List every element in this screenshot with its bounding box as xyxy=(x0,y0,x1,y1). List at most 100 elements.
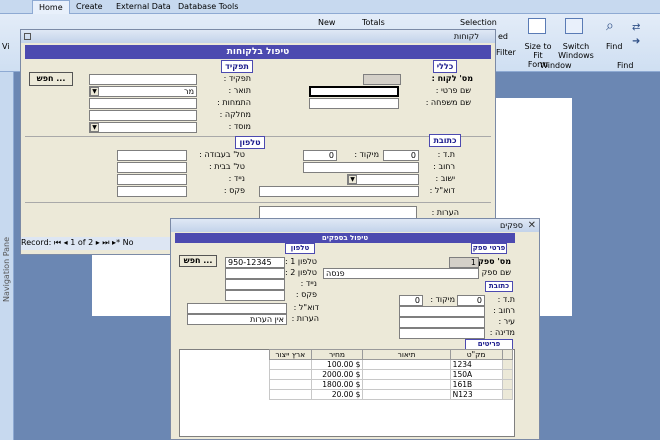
po-box-field[interactable]: 0 xyxy=(383,150,419,161)
mobile-label: נייד : xyxy=(228,174,245,183)
switch-windows-button[interactable]: Switch Windows xyxy=(556,42,596,60)
row-selector[interactable] xyxy=(501,389,514,400)
column-sku[interactable]: מק"ט xyxy=(449,349,503,360)
table-row[interactable]: 2000.00 $ 150A xyxy=(269,369,514,380)
title-combo[interactable]: מר xyxy=(89,86,197,97)
chevron-down-icon[interactable]: ▼ xyxy=(90,123,99,132)
close-icon[interactable]: ✕ xyxy=(528,219,536,232)
last-name-field[interactable] xyxy=(309,98,399,109)
cell-description[interactable] xyxy=(362,359,451,370)
section-phone: טלפון xyxy=(235,136,265,149)
cell-price[interactable]: 2000.00 $ xyxy=(310,369,364,380)
street-label: רחוב : xyxy=(433,162,455,171)
row-selector[interactable] xyxy=(501,379,514,390)
zip-field[interactable]: 0 xyxy=(399,295,423,306)
cell-sku[interactable]: 161B xyxy=(449,379,503,390)
home-phone-field[interactable] xyxy=(117,162,187,173)
replace-icon[interactable]: ⇄ xyxy=(632,22,640,33)
cell-description[interactable] xyxy=(362,369,451,380)
role-field[interactable] xyxy=(89,74,197,85)
customers-titlebar[interactable]: לקוחות xyxy=(21,30,495,43)
new-record-icon[interactable]: ▸* xyxy=(112,238,120,247)
section-role: תפקיד xyxy=(221,60,253,73)
tab-home[interactable]: Home xyxy=(32,0,70,14)
first-name-field[interactable] xyxy=(309,86,399,97)
city-field[interactable] xyxy=(399,317,485,328)
supplier-name-field[interactable]: פנסה xyxy=(323,268,479,279)
title-label: תואר : xyxy=(228,86,251,95)
zip-field[interactable]: 0 xyxy=(303,150,337,161)
column-price[interactable]: מחיר xyxy=(310,349,364,360)
tab-database-tools[interactable]: Database Tools xyxy=(172,0,244,14)
goto-icon[interactable]: ➜ xyxy=(632,36,640,47)
city-label: עיר : xyxy=(498,317,515,326)
cell-description[interactable] xyxy=(362,379,451,390)
first-record-icon[interactable]: ⏮ xyxy=(54,238,61,247)
country-field[interactable] xyxy=(399,328,485,339)
cell-country[interactable] xyxy=(269,389,312,400)
last-record-icon[interactable]: ⏭ xyxy=(102,238,109,247)
mobile-field[interactable] xyxy=(225,279,285,290)
section-supplier-details: פרטי ספק xyxy=(471,243,507,254)
prev-record-icon[interactable]: ◂ xyxy=(64,238,68,247)
row-selector[interactable] xyxy=(501,359,514,370)
table-row[interactable]: 20.00 $ N123 xyxy=(269,389,514,400)
cell-price[interactable]: 1800.00 $ xyxy=(310,379,364,390)
tab-external-data[interactable]: External Data xyxy=(110,0,177,14)
cell-country[interactable] xyxy=(269,369,312,380)
column-description[interactable]: תיאור xyxy=(362,349,451,360)
specialty-field[interactable] xyxy=(89,98,197,109)
navigation-pane[interactable]: Navigation Pane xyxy=(0,72,14,440)
table-row[interactable]: 1800.00 $ 161B xyxy=(269,379,514,390)
phone1-field[interactable]: 950-12345 xyxy=(225,257,285,268)
mobile-field[interactable] xyxy=(117,174,187,185)
fax-label: פקס : xyxy=(295,290,317,299)
views-button[interactable]: Vi xyxy=(2,42,10,51)
notes-field[interactable]: אין הערות xyxy=(187,314,287,325)
email-field[interactable] xyxy=(187,303,287,314)
city-combo[interactable] xyxy=(347,174,419,185)
cell-sku[interactable]: 1234 xyxy=(449,359,503,370)
cell-description[interactable] xyxy=(362,389,451,400)
supplier-search-button[interactable]: חפש ... xyxy=(179,255,217,267)
column-country[interactable]: ארץ ייצור xyxy=(269,349,312,360)
advanced-filter-button[interactable]: ed xyxy=(498,32,508,41)
work-phone-field[interactable] xyxy=(117,150,187,161)
cell-sku[interactable]: N123 xyxy=(449,389,503,400)
selection-button[interactable]: Selection xyxy=(460,18,497,27)
cell-price[interactable]: 20.00 $ xyxy=(310,389,364,400)
fax-field[interactable] xyxy=(117,186,187,197)
department-field[interactable] xyxy=(89,110,197,121)
phone2-field[interactable] xyxy=(225,268,285,279)
po-box-field[interactable]: 0 xyxy=(457,295,485,306)
customer-search-button[interactable]: חפש ... xyxy=(29,72,73,86)
cell-price[interactable]: 100.00 $ xyxy=(310,359,364,370)
chevron-down-icon[interactable]: ▼ xyxy=(348,175,357,184)
cell-country[interactable] xyxy=(269,379,312,390)
tab-create[interactable]: Create xyxy=(70,0,109,14)
specialty-label: התמחות : xyxy=(217,98,251,107)
next-record-icon[interactable]: ▸ xyxy=(96,238,100,247)
totals-button[interactable]: Totals xyxy=(362,18,385,27)
home-phone-label: טל' בבית : xyxy=(208,162,245,171)
no-filter-label[interactable]: No xyxy=(123,238,134,247)
table-row[interactable]: 100.00 $ 1234 xyxy=(269,359,514,370)
cell-country[interactable] xyxy=(269,359,312,370)
chevron-down-icon[interactable]: ▼ xyxy=(90,87,99,96)
fax-field[interactable] xyxy=(225,290,285,301)
size-to-fit-icon xyxy=(528,18,546,34)
window-group-label: Window xyxy=(540,61,572,70)
record-navigator: Record: ⏮ ◂ 1 of 2 ▸ ⏭ ▸* No xyxy=(21,237,171,250)
find-button[interactable]: Find xyxy=(606,42,622,51)
new-record-button[interactable]: New xyxy=(318,18,335,27)
record-position[interactable]: 1 of 2 xyxy=(70,238,93,247)
street-field[interactable] xyxy=(399,306,485,317)
suppliers-titlebar[interactable]: ספקים ✕ xyxy=(171,219,539,232)
street-field[interactable] xyxy=(303,162,419,173)
row-selector[interactable] xyxy=(501,369,514,380)
zip-label: מיקוד : xyxy=(354,150,379,159)
institution-combo[interactable] xyxy=(89,122,197,133)
items-table: ארץ ייצור מחיר תיאור מק"ט 100.00 $ 1234 … xyxy=(269,349,514,400)
email-field[interactable] xyxy=(259,186,419,197)
cell-sku[interactable]: 150A xyxy=(449,369,503,380)
